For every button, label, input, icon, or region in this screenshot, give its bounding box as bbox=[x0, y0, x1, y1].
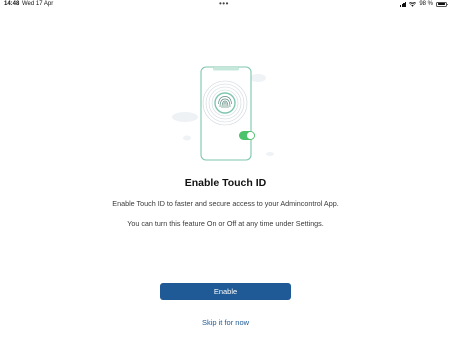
multitasking-dots-icon[interactable]: ••• bbox=[219, 0, 229, 8]
enable-button[interactable]: Enable bbox=[160, 283, 291, 300]
status-time: 14:48 bbox=[4, 1, 20, 7]
enable-button-label: Enable bbox=[213, 287, 238, 296]
status-date: Wed 17 Apr bbox=[22, 1, 54, 7]
signal-icon bbox=[399, 1, 407, 7]
description-text: Enable Touch ID to faster and secure acc… bbox=[112, 199, 339, 208]
battery-icon bbox=[436, 1, 448, 7]
page-title: Enable Touch ID bbox=[184, 177, 267, 189]
status-right: 98 % bbox=[399, 1, 448, 7]
wifi-icon bbox=[409, 1, 417, 7]
status-bar: 14:48 Wed 17 Apr ••• 98 % bbox=[0, 0, 451, 10]
phone-fingerprint-icon bbox=[172, 66, 274, 161]
battery-percentage: 98 % bbox=[419, 1, 433, 7]
skip-link[interactable]: Skip it for now bbox=[0, 318, 451, 327]
settings-hint-text: You can turn this feature On or Off at a… bbox=[127, 219, 324, 228]
